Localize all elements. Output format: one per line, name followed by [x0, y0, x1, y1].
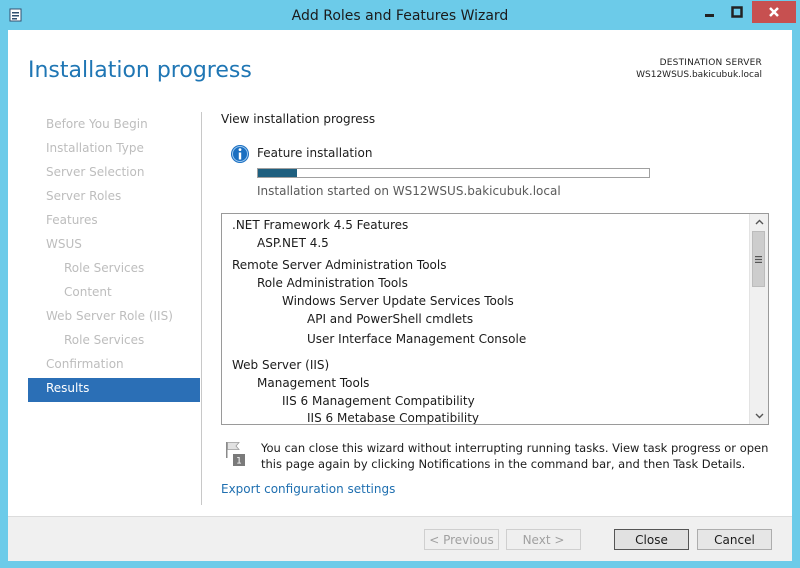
feature-installation-label: Feature installation — [257, 146, 373, 160]
wizard-header: Installation progress DESTINATION SERVER… — [8, 30, 792, 110]
grip-icon — [755, 255, 762, 263]
close-wizard-note: You can close this wizard without interr… — [261, 441, 769, 471]
vertical-scrollbar[interactable] — [749, 214, 768, 424]
list-item: Windows Server Update Services Tools — [282, 294, 514, 308]
nav-item-before-you-begin[interactable]: Before You Begin — [28, 114, 200, 138]
export-configuration-link[interactable]: Export configuration settings — [221, 482, 395, 496]
title-bar[interactable]: Add Roles and Features Wizard — [0, 0, 800, 30]
previous-button[interactable]: < Previous — [424, 529, 499, 550]
minimize-button[interactable] — [696, 1, 723, 23]
wizard-footer: < Previous Next > Close Cancel — [8, 516, 792, 561]
destination-server-name: WS12WSUS.bakicubuk.local — [636, 70, 762, 80]
notification-count: 1 — [236, 457, 242, 467]
close-window-button[interactable] — [752, 1, 796, 23]
list-item: Remote Server Administration Tools — [232, 258, 447, 272]
nav-item-web-server-role[interactable]: Web Server Role (IIS) — [28, 306, 200, 330]
section-title: View installation progress — [221, 112, 376, 126]
nav-item-content[interactable]: Content — [28, 282, 200, 306]
scroll-down-button[interactable] — [750, 408, 768, 424]
page-title: Installation progress — [28, 58, 252, 83]
nav-item-wsus-role-services[interactable]: Role Services — [28, 258, 200, 282]
wizard-navigation: Before You Begin Installation Type Serve… — [28, 114, 200, 402]
nav-item-features[interactable]: Features — [28, 210, 200, 234]
progress-fill — [258, 169, 298, 177]
close-icon — [769, 7, 779, 17]
nav-item-server-roles[interactable]: Server Roles — [28, 186, 200, 210]
installation-results-list[interactable]: .NET Framework 4.5 Features ASP.NET 4.5 … — [221, 213, 769, 425]
wizard-body: Installation progress DESTINATION SERVER… — [8, 30, 792, 561]
chevron-down-icon — [755, 413, 763, 419]
nav-item-iis-role-services[interactable]: Role Services — [28, 330, 200, 354]
nav-item-confirmation[interactable]: Confirmation — [28, 354, 200, 378]
destination-server-label: DESTINATION SERVER — [659, 58, 762, 68]
list-item: User Interface Management Console — [307, 332, 527, 346]
maximize-button[interactable] — [724, 1, 750, 23]
chevron-up-icon — [755, 219, 763, 225]
nav-item-server-selection[interactable]: Server Selection — [28, 162, 200, 186]
scroll-thumb[interactable] — [752, 231, 765, 287]
close-button[interactable]: Close — [614, 529, 689, 550]
maximize-icon — [731, 6, 743, 18]
scroll-up-button[interactable] — [750, 214, 768, 230]
list-item: Role Administration Tools — [257, 276, 408, 290]
wizard-window: Add Roles and Features Wizard Installati… — [0, 0, 800, 568]
cancel-button[interactable]: Cancel — [697, 529, 772, 550]
nav-item-installation-type[interactable]: Installation Type — [28, 138, 200, 162]
list-item: Web Server (IIS) — [232, 358, 330, 372]
list-item: Management Tools — [257, 376, 370, 390]
list-item: API and PowerShell cmdlets — [307, 312, 474, 326]
installation-progress-bar — [257, 168, 650, 178]
installation-started-text: Installation started on WS12WSUS.bakicub… — [257, 184, 561, 198]
notification-flag-icon: 1 — [224, 441, 246, 467]
list-item: .NET Framework 4.5 Features — [232, 218, 409, 232]
next-button[interactable]: Next > — [506, 529, 581, 550]
nav-item-results[interactable]: Results — [28, 378, 200, 402]
window-title: Add Roles and Features Wizard — [291, 8, 509, 24]
nav-divider — [201, 112, 202, 505]
list-item: IIS 6 Management Compatibility — [282, 394, 475, 408]
minimize-icon — [704, 14, 714, 17]
list-item: IIS 6 Metabase Compatibility — [307, 411, 480, 425]
info-icon — [230, 144, 250, 164]
nav-item-wsus[interactable]: WSUS — [28, 234, 200, 258]
list-item: ASP.NET 4.5 — [257, 236, 329, 250]
